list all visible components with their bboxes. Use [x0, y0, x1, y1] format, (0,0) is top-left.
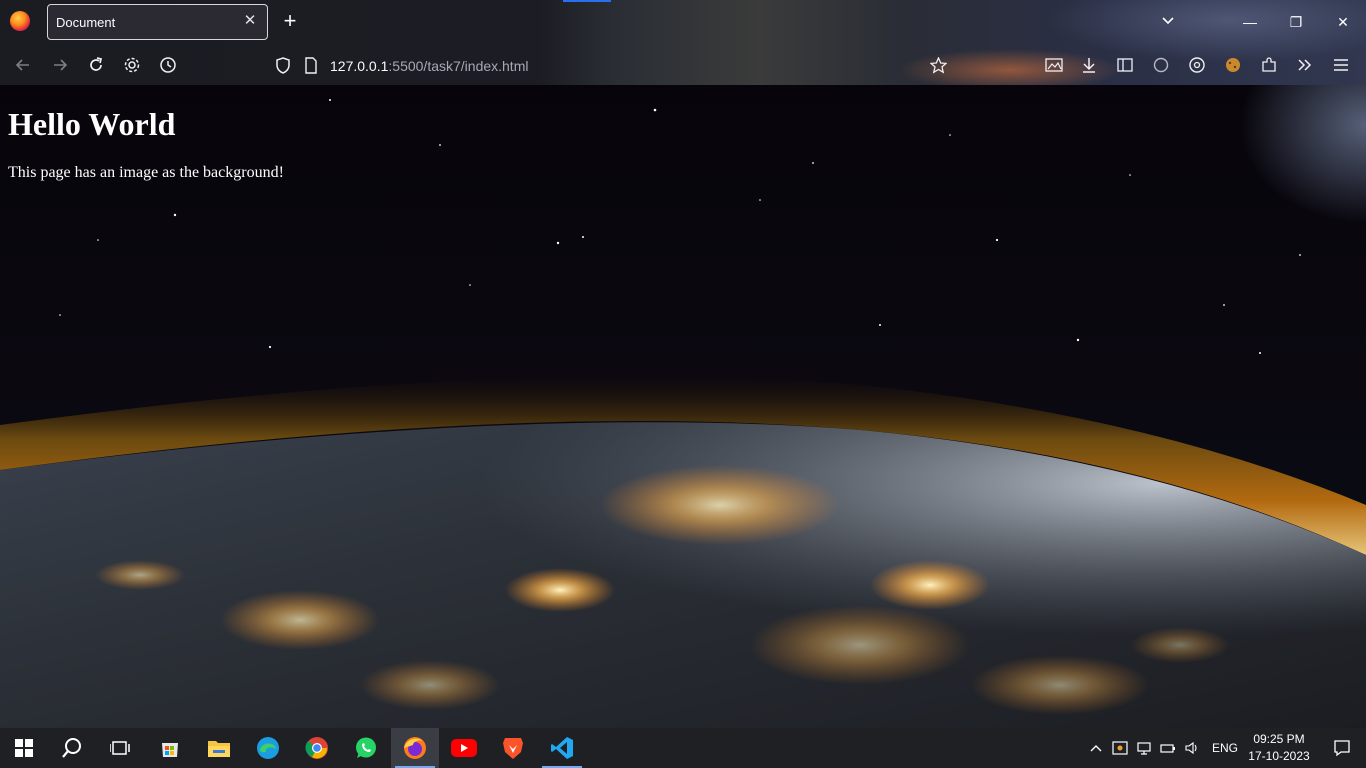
tab-strip: Document ✕ + — ❐ ✕ — [0, 0, 1366, 44]
edge-button[interactable] — [244, 728, 292, 768]
back-arrow-icon — [15, 59, 29, 71]
downloads-icon[interactable] — [1077, 53, 1101, 77]
back-button[interactable] — [11, 53, 35, 77]
reload-button[interactable] — [84, 53, 108, 77]
clock-icon — [160, 57, 176, 73]
edge-icon — [257, 737, 279, 759]
page-icon — [305, 57, 317, 74]
battery-plug-icon[interactable] — [1160, 740, 1176, 756]
action-center-button[interactable] — [1318, 728, 1366, 768]
youtube-icon — [451, 739, 477, 757]
language-indicator[interactable]: ENG — [1212, 741, 1238, 755]
gear-icon — [124, 57, 140, 73]
url-text: 127.0.0.1:5500/task7/index.html — [330, 58, 528, 74]
file-explorer-button[interactable] — [195, 728, 243, 768]
tab-title: Document — [56, 15, 116, 30]
extensions-puzzle-icon[interactable] — [1257, 53, 1281, 77]
task-view-button[interactable] — [96, 728, 144, 768]
url-bar[interactable]: 127.0.0.1:5500/task7/index.html — [266, 50, 947, 80]
tray-app-icon[interactable] — [1112, 740, 1128, 756]
shield-icon — [276, 57, 290, 74]
extension-image-icon[interactable] — [1042, 53, 1066, 77]
reload-icon — [90, 57, 103, 71]
clock-time: 09:25 PM — [1253, 732, 1305, 746]
forward-arrow-icon — [54, 59, 68, 71]
url-host: 127.0.0.1 — [330, 58, 389, 74]
chrome-button[interactable] — [293, 728, 341, 768]
vscode-icon — [551, 737, 573, 759]
firefox-icon — [404, 737, 426, 759]
account-circle-icon[interactable] — [1149, 53, 1173, 77]
firefox-taskbar-button[interactable] — [391, 728, 439, 768]
browser-chrome: Document ✕ + — ❐ ✕ 127.0.0.1:5500/task7/… — [0, 0, 1366, 85]
page-heading: Hello World — [8, 106, 176, 142]
list-all-tabs-icon[interactable] — [1158, 12, 1178, 32]
history-button[interactable] — [156, 53, 180, 77]
maximize-button[interactable]: ❐ — [1286, 12, 1306, 32]
hamburger-menu-icon[interactable] — [1329, 53, 1353, 77]
clock[interactable]: 09:25 PM 17-10-2023 — [1244, 731, 1314, 765]
extension-cookie-icon[interactable] — [1221, 53, 1245, 77]
overflow-chevrons-icon[interactable] — [1293, 53, 1317, 77]
settings-button[interactable] — [120, 53, 144, 77]
page-viewport: Hello World This page has an image as th… — [0, 85, 1366, 728]
youtube-button[interactable] — [440, 728, 488, 768]
start-button[interactable] — [0, 728, 48, 768]
navigation-toolbar: 127.0.0.1:5500/task7/index.html — [0, 44, 1366, 85]
minimize-button[interactable]: — — [1240, 12, 1260, 32]
volume-icon[interactable] — [1184, 740, 1200, 756]
brave-lion-icon — [503, 738, 523, 759]
page-paragraph: This page has an image as the background… — [8, 164, 284, 181]
windows-logo-icon — [15, 739, 33, 757]
whatsapp-button[interactable] — [342, 728, 390, 768]
tab-accent-bar — [563, 0, 611, 2]
new-tab-button[interactable]: + — [279, 10, 301, 32]
show-hidden-icons-chevron-icon[interactable] — [1090, 744, 1102, 752]
windows-taskbar: ENG 09:25 PM 17-10-2023 — [0, 728, 1366, 768]
firefox-menu-icon[interactable] — [10, 11, 30, 31]
notification-icon — [1334, 740, 1350, 757]
sidebar-icon[interactable] — [1113, 53, 1137, 77]
close-tab-icon[interactable]: ✕ — [241, 12, 259, 30]
extension-wheel-icon[interactable] — [1185, 53, 1209, 77]
clock-date: 17-10-2023 — [1248, 749, 1310, 763]
store-icon — [162, 743, 178, 757]
system-tray: ENG — [1090, 728, 1238, 768]
task-view-icon — [110, 741, 130, 755]
microsoft-store-button[interactable] — [146, 728, 194, 768]
bookmark-star-icon — [930, 57, 947, 74]
page-body: Hello World This page has an image as th… — [8, 85, 284, 182]
vscode-button[interactable] — [538, 728, 586, 768]
network-icon[interactable] — [1136, 740, 1152, 756]
brave-button[interactable] — [489, 728, 537, 768]
chrome-icon — [305, 737, 328, 759]
tab-document[interactable]: Document ✕ — [47, 4, 268, 40]
forward-button[interactable] — [48, 53, 72, 77]
search-button[interactable] — [48, 728, 96, 768]
close-window-button[interactable]: ✕ — [1333, 12, 1353, 32]
search-icon — [62, 738, 81, 758]
folder-icon — [208, 741, 230, 757]
whatsapp-icon — [356, 737, 376, 758]
url-path: :5500/task7/index.html — [388, 58, 529, 74]
